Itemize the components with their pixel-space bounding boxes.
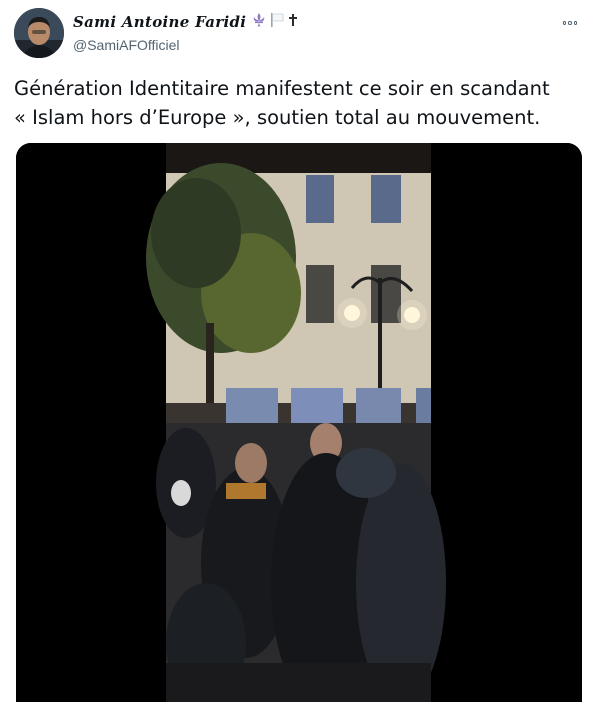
fleur-de-lis-icon (251, 12, 267, 32)
video-still (16, 143, 582, 702)
tweet: Sami Antoine Faridi @SamiAFOfficiel Géné… (0, 0, 592, 702)
white-flag-icon (270, 12, 284, 32)
author-names: Sami Antoine Faridi @SamiAFOfficiel (73, 12, 299, 53)
more-options-icon[interactable] (556, 14, 584, 32)
tweet-video[interactable] (16, 143, 582, 702)
tweet-text: Génération Identitaire manifestent ce so… (14, 74, 576, 132)
tweet-text-line-1: Génération Identitaire manifestent ce so… (14, 77, 550, 100)
latin-cross-icon (287, 12, 299, 32)
tweet-header: Sami Antoine Faridi @SamiAFOfficiel (14, 8, 584, 58)
author-handle[interactable]: @SamiAFOfficiel (73, 37, 299, 53)
avatar[interactable] (14, 8, 64, 58)
tweet-text-line-2: « Islam hors d’Europe », soutien total a… (14, 106, 541, 129)
name-emojis (251, 12, 299, 32)
author-display-name[interactable]: Sami Antoine Faridi (73, 13, 246, 31)
